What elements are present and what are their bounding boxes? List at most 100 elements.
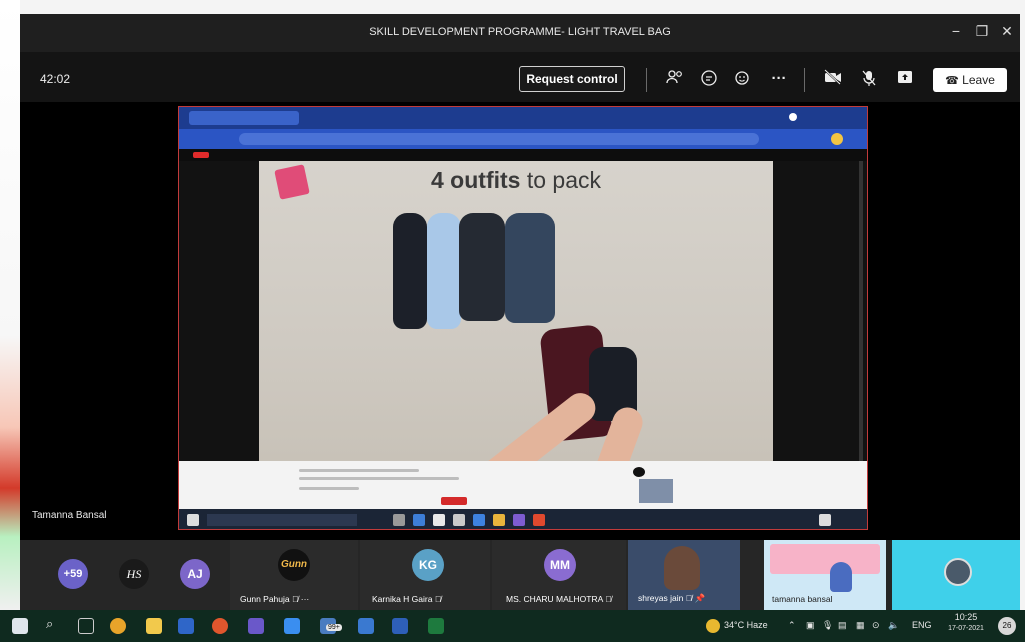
search-box — [207, 514, 357, 526]
participant-name: tamanna bansal — [772, 594, 833, 604]
file-explorer-icon[interactable] — [146, 618, 162, 634]
close-icon[interactable]: ✕ — [995, 23, 1019, 40]
leave-button[interactable]: ☎ Leave — [933, 68, 1007, 92]
tray-icon[interactable]: 🎙 — [822, 620, 833, 631]
tray-icon[interactable]: ▤ — [838, 620, 847, 631]
meeting-toolbar: 42:02 Request control ··· ☎ Leave — [20, 52, 1020, 102]
subscribe-button — [441, 497, 467, 505]
participant-video-tile[interactable] — [892, 540, 1020, 610]
avatar: AJ — [180, 559, 210, 589]
network-icon[interactable]: ▦ — [856, 620, 865, 631]
avatar: Gunn — [278, 549, 310, 581]
more-options-icon[interactable]: ··· — [768, 69, 790, 89]
notifications-icon[interactable]: 26 — [998, 617, 1016, 635]
more-participants-badge[interactable]: +59 — [58, 559, 88, 589]
participant-video — [664, 546, 700, 590]
mic-off-icon: 🎙̸ — [685, 593, 693, 603]
channel-avatar — [633, 467, 645, 477]
tray-icon[interactable]: ⊙ — [872, 620, 880, 631]
title-bar: SKILL DEVELOPMENT PROGRAMME- LIGHT TRAVE… — [20, 14, 1020, 53]
participants-icon[interactable] — [664, 69, 686, 89]
participant-tile[interactable]: MM MS. CHARU MALHOTRA 🎙̸ — [492, 540, 626, 610]
presenter-taskbar — [179, 509, 867, 529]
mic-off-icon[interactable] — [858, 69, 880, 89]
zoom-icon[interactable] — [284, 618, 300, 634]
task-view-icon[interactable] — [78, 618, 94, 634]
folded-shirt — [459, 213, 505, 321]
app-icon — [493, 514, 505, 526]
clock-time: 10:25 — [954, 612, 978, 622]
minimize-icon[interactable]: − — [944, 23, 968, 39]
video-player: 4 outfits to pack — [259, 161, 773, 461]
start-icon[interactable] — [12, 618, 28, 634]
clock-date: 17-07-2021 — [948, 625, 984, 632]
app-icon — [413, 514, 425, 526]
participant-tile[interactable]: KG Karnika H Gaira 🎙̸ — [360, 540, 490, 610]
video-scrollbar — [859, 161, 863, 461]
tray-icon[interactable]: ▣ — [806, 620, 815, 631]
browser-tab-strip — [179, 107, 867, 129]
search-icon[interactable]: ⌕ — [46, 616, 62, 632]
video-title-line — [299, 469, 419, 472]
outlook-icon[interactable] — [358, 618, 374, 634]
reactions-icon[interactable] — [732, 69, 754, 89]
app-icon[interactable] — [392, 618, 408, 634]
participant-name: MS. CHARU MALHOTRA 🎙̸ — [506, 594, 612, 604]
meeting-timer: 42:02 — [40, 72, 71, 86]
chat-icon[interactable] — [698, 69, 720, 89]
maximize-icon[interactable]: ❐ — [970, 23, 994, 40]
shared-screen: 4 outfits to pack — [178, 106, 868, 530]
video-caption: 4 outfits to pack — [431, 167, 601, 193]
weather-text: 34°C Haze — [724, 620, 768, 630]
browser-address-area — [179, 129, 867, 149]
participant-video — [770, 544, 880, 574]
toolbar-divider — [804, 68, 805, 92]
teams-icon[interactable] — [248, 618, 264, 634]
folded-shirt — [505, 213, 555, 323]
video-info-panel — [179, 461, 867, 509]
language-indicator[interactable]: ENG — [912, 620, 932, 630]
video-meta-line — [299, 487, 359, 490]
address-bar — [239, 133, 759, 145]
volume-icon[interactable]: 🔈 — [888, 620, 899, 631]
request-control-button[interactable]: Request control — [519, 66, 625, 92]
leave-label: Leave — [962, 73, 995, 87]
chrome-icon[interactable] — [110, 618, 126, 634]
participant-video-tile[interactable]: shreyas jain 🎙̸ 📌 — [628, 540, 740, 610]
app-icon — [433, 514, 445, 526]
clock[interactable]: 10:25 17-07-2021 — [946, 612, 986, 634]
mic-off-icon: 🎙̸ — [292, 594, 299, 604]
participant-tile[interactable]: Gunn Gunn Pahuja 🎙̸ ··· — [230, 540, 358, 610]
participant-name: Gunn Pahuja 🎙̸ ··· — [240, 594, 310, 604]
camera-off-icon[interactable] — [822, 69, 844, 89]
windows-icon — [187, 514, 199, 526]
participant-video-tile[interactable]: tamanna bansal — [764, 540, 886, 610]
app-icon — [473, 514, 485, 526]
youtube-logo-icon — [193, 152, 209, 158]
profile-icon — [789, 113, 797, 121]
window-title: SKILL DEVELOPMENT PROGRAMME- LIGHT TRAVE… — [369, 26, 671, 38]
youtube-header — [179, 149, 867, 161]
pin-icon: 📌 — [694, 593, 706, 603]
participant-name: Karnika H Gaira 🎙̸ — [372, 594, 442, 604]
excel-icon[interactable] — [428, 618, 444, 634]
extension-icon — [831, 133, 843, 145]
app-icon — [453, 514, 465, 526]
participant-name: shreyas jain 🎙̸ 📌 — [638, 593, 706, 603]
share-screen-icon[interactable] — [894, 69, 916, 89]
browser-tab — [189, 111, 299, 125]
participant-gallery: +59 HS AJ Gunn Gunn Pahuja 🎙̸ ··· KG Kar… — [20, 540, 1020, 610]
mic-off-icon: 🎙̸ — [605, 594, 612, 604]
weather-icon — [706, 619, 720, 633]
hand — [472, 387, 602, 461]
desktop-background-edge — [0, 0, 20, 610]
avatar: MM — [544, 549, 576, 581]
tray-icon — [819, 514, 831, 526]
powerpoint-icon[interactable] — [212, 618, 228, 634]
toolbar-divider — [646, 68, 647, 92]
related-video-thumbnail — [639, 479, 673, 503]
avatar — [944, 558, 972, 586]
word-icon[interactable] — [178, 618, 194, 634]
chevron-up-icon[interactable]: ⌃ — [788, 620, 796, 631]
meeting-window: SKILL DEVELOPMENT PROGRAMME- LIGHT TRAVE… — [20, 14, 1020, 610]
